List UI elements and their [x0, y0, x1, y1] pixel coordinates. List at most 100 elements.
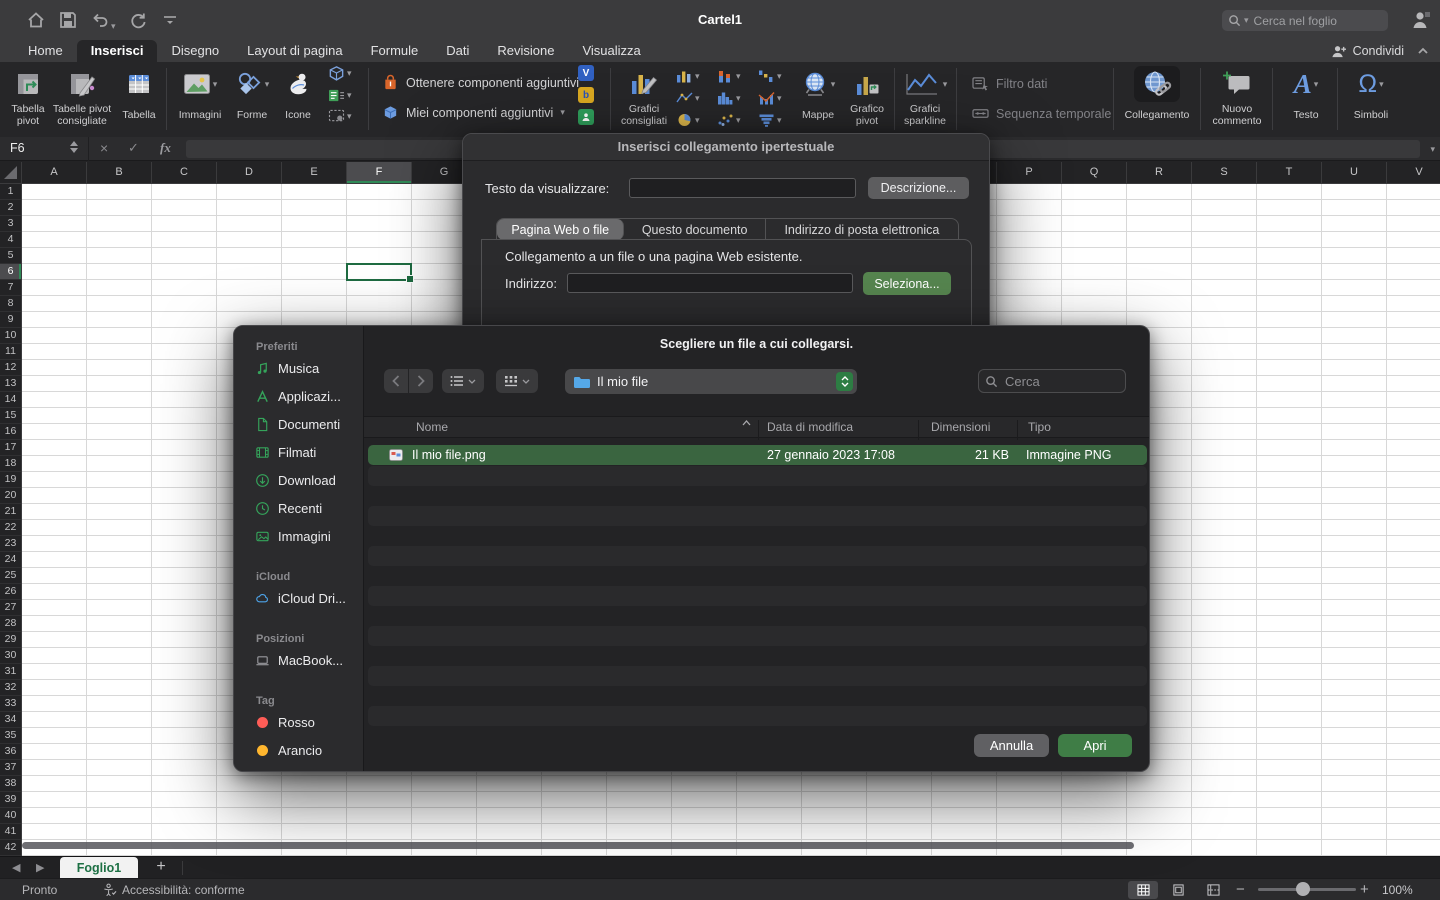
back-button[interactable]: [384, 369, 408, 393]
share-button[interactable]: Condividi: [1330, 40, 1404, 62]
visio-add-in-icon[interactable]: V: [578, 65, 594, 81]
column-size[interactable]: Dimensioni: [931, 420, 990, 434]
row-header-40[interactable]: 40: [0, 808, 21, 824]
open-button[interactable]: Apri: [1058, 734, 1132, 757]
row-header-17[interactable]: 17: [0, 440, 21, 456]
row-header-22[interactable]: 22: [0, 520, 21, 536]
column-header-c[interactable]: C: [152, 162, 217, 184]
sidebar-item-filmati[interactable]: Filmati: [234, 438, 363, 466]
row-header-42[interactable]: 42: [0, 840, 21, 856]
select-file-button[interactable]: Seleziona...: [863, 272, 951, 295]
column-header-a[interactable]: A: [22, 162, 87, 184]
tab-inserisci[interactable]: Inserisci: [77, 40, 158, 62]
row-header-9[interactable]: 9: [0, 312, 21, 328]
symbols-button[interactable]: Ω▾ Simboli: [1347, 64, 1395, 127]
row-header-34[interactable]: 34: [0, 712, 21, 728]
picker-search-field[interactable]: [978, 369, 1126, 393]
row-header-14[interactable]: 14: [0, 392, 21, 408]
row-header-5[interactable]: 5: [0, 248, 21, 264]
3d-models-button[interactable]: ▾: [328, 65, 352, 82]
address-input[interactable]: [567, 273, 853, 293]
mini-stacked-column-chart-button[interactable]: ▾: [717, 69, 758, 83]
table-button[interactable]: Tabella: [114, 64, 164, 127]
sidebar-item-musica[interactable]: Musica: [234, 354, 363, 382]
file-row-selected[interactable]: Il mio file.png 27 gennaio 2023 17:08 21…: [368, 445, 1147, 465]
description-button[interactable]: Descrizione...: [868, 177, 969, 199]
tab-disegno[interactable]: Disegno: [157, 40, 233, 62]
group-view-button[interactable]: [496, 369, 538, 393]
column-header-q[interactable]: Q: [1062, 162, 1127, 184]
smartart-button[interactable]: ▾: [328, 88, 352, 103]
row-header-11[interactable]: 11: [0, 344, 21, 360]
collapse-ribbon-icon[interactable]: [1416, 44, 1430, 58]
page-layout-view-button[interactable]: [1163, 881, 1193, 899]
screenshot-button[interactable]: ▾: [328, 109, 352, 123]
link-button[interactable]: Collegamento: [1117, 64, 1197, 127]
mini-funnel-chart-button[interactable]: ▾: [758, 113, 799, 127]
zoom-in-button[interactable]: +: [1360, 881, 1369, 898]
add-sheet-button[interactable]: +: [150, 857, 172, 879]
row-header-20[interactable]: 20: [0, 488, 21, 504]
row-header-39[interactable]: 39: [0, 792, 21, 808]
column-header-d[interactable]: D: [217, 162, 282, 184]
picker-search-input[interactable]: [1003, 373, 1119, 390]
row-header-1[interactable]: 1: [0, 184, 21, 200]
row-header-15[interactable]: 15: [0, 408, 21, 424]
pivot-chart-button[interactable]: Grafico pivot: [842, 64, 892, 127]
fill-handle[interactable]: [406, 275, 414, 283]
row-header-8[interactable]: 8: [0, 296, 21, 312]
tab-formule[interactable]: Formule: [357, 40, 433, 62]
search-input[interactable]: [1252, 13, 1382, 29]
row-header-21[interactable]: 21: [0, 504, 21, 520]
row-header-4[interactable]: 4: [0, 232, 21, 248]
display-text-input[interactable]: [629, 178, 856, 198]
tab-visualizza[interactable]: Visualizza: [568, 40, 654, 62]
column-header-t[interactable]: T: [1257, 162, 1322, 184]
column-type[interactable]: Tipo: [1028, 420, 1051, 434]
column-header-e[interactable]: E: [282, 162, 347, 184]
row-header-7[interactable]: 7: [0, 280, 21, 296]
row-header-36[interactable]: 36: [0, 744, 21, 760]
maps-button[interactable]: ▾ Mappe: [794, 64, 842, 127]
tab-dati[interactable]: Dati: [432, 40, 483, 62]
tab-home[interactable]: Home: [14, 40, 77, 62]
page-break-view-button[interactable]: [1198, 881, 1228, 899]
workbook-search[interactable]: ▾: [1222, 10, 1388, 31]
column-header-u[interactable]: U: [1322, 162, 1387, 184]
mini-histogram-chart-button[interactable]: ▾: [717, 91, 758, 105]
folder-dropdown[interactable]: Il mio file: [565, 369, 857, 394]
row-header-10[interactable]: 10: [0, 328, 21, 344]
sidebar-item-arancio[interactable]: Arancio: [234, 736, 363, 764]
row-header-3[interactable]: 3: [0, 216, 21, 232]
cancel-entry-icon[interactable]: ×: [100, 140, 108, 156]
confirm-entry-icon[interactable]: ✓: [128, 140, 139, 156]
row-header-24[interactable]: 24: [0, 552, 21, 568]
mini-line-chart-button[interactable]: ▾: [676, 91, 717, 105]
row-header-32[interactable]: 32: [0, 680, 21, 696]
row-header-37[interactable]: 37: [0, 760, 21, 776]
mini-column-chart-button[interactable]: ▾: [676, 69, 717, 83]
zoom-out-button[interactable]: −: [1236, 881, 1245, 898]
column-header-b[interactable]: B: [87, 162, 152, 184]
row-header-6[interactable]: 6: [0, 264, 21, 280]
next-sheet-icon[interactable]: ▶: [36, 861, 44, 874]
new-comment-button[interactable]: Nuovo commento: [1203, 64, 1271, 127]
selected-cell-f6[interactable]: [346, 263, 412, 281]
row-header-23[interactable]: 23: [0, 536, 21, 552]
row-header-35[interactable]: 35: [0, 728, 21, 744]
sidebar-item-rosso[interactable]: Rosso: [234, 708, 363, 736]
sidebar-item-macbook[interactable]: MacBook...: [234, 646, 363, 674]
get-add-ins-button[interactable]: Ottenere componenti aggiuntivi: [382, 74, 579, 91]
column-header-v[interactable]: V: [1387, 162, 1440, 184]
sparklines-button[interactable]: ▾ Grafici sparkline: [896, 64, 954, 127]
forward-button[interactable]: [409, 369, 433, 393]
mini-scatter-chart-button[interactable]: ▾: [717, 113, 758, 127]
row-header-31[interactable]: 31: [0, 664, 21, 680]
row-header-33[interactable]: 33: [0, 696, 21, 712]
recommended-pivot-tables-button[interactable]: Tabelle pivot consigliate: [44, 64, 120, 127]
my-add-ins-button[interactable]: Miei componenti aggiuntivi▾: [382, 104, 565, 121]
shapes-button[interactable]: ▾ Forme: [228, 64, 276, 127]
column-header-f[interactable]: F: [347, 162, 412, 184]
horizontal-scrollbar[interactable]: [22, 842, 1134, 849]
sidebar-item-giallo[interactable]: Giallo: [234, 764, 363, 771]
